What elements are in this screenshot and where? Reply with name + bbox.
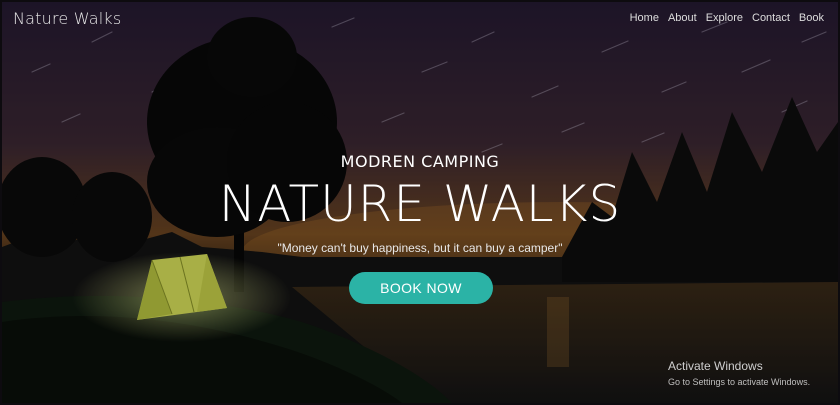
activate-windows-watermark: Activate Windows Go to Settings to activ… xyxy=(668,358,810,388)
nav-item-home[interactable]: Home xyxy=(630,12,659,24)
top-navbar: Nature Walks Home About Explore Contact … xyxy=(2,2,838,36)
nav-menu: Home About Explore Contact Book xyxy=(630,12,824,24)
nav-item-explore[interactable]: Explore xyxy=(706,12,743,24)
nav-item-book[interactable]: Book xyxy=(799,12,824,24)
brand-logo-text[interactable]: Nature Walks xyxy=(13,9,121,28)
watermark-subtitle: Go to Settings to activate Windows. xyxy=(668,377,811,387)
nav-item-contact[interactable]: Contact xyxy=(752,12,790,24)
book-now-button[interactable]: BOOK NOW xyxy=(349,272,493,304)
hero-section: MODREN CAMPING NATURE WALKS "Money can't… xyxy=(2,152,838,255)
hero-title: NATURE WALKS xyxy=(218,175,622,233)
hero-subtitle: MODREN CAMPING xyxy=(340,152,500,171)
page: Nature Walks Home About Explore Contact … xyxy=(0,0,840,405)
hero-background: Nature Walks Home About Explore Contact … xyxy=(2,2,838,403)
watermark-title: Activate Windows xyxy=(668,359,763,373)
hero-quote: "Money can't buy happiness, but it can b… xyxy=(277,241,563,255)
nav-item-about[interactable]: About xyxy=(668,12,697,24)
